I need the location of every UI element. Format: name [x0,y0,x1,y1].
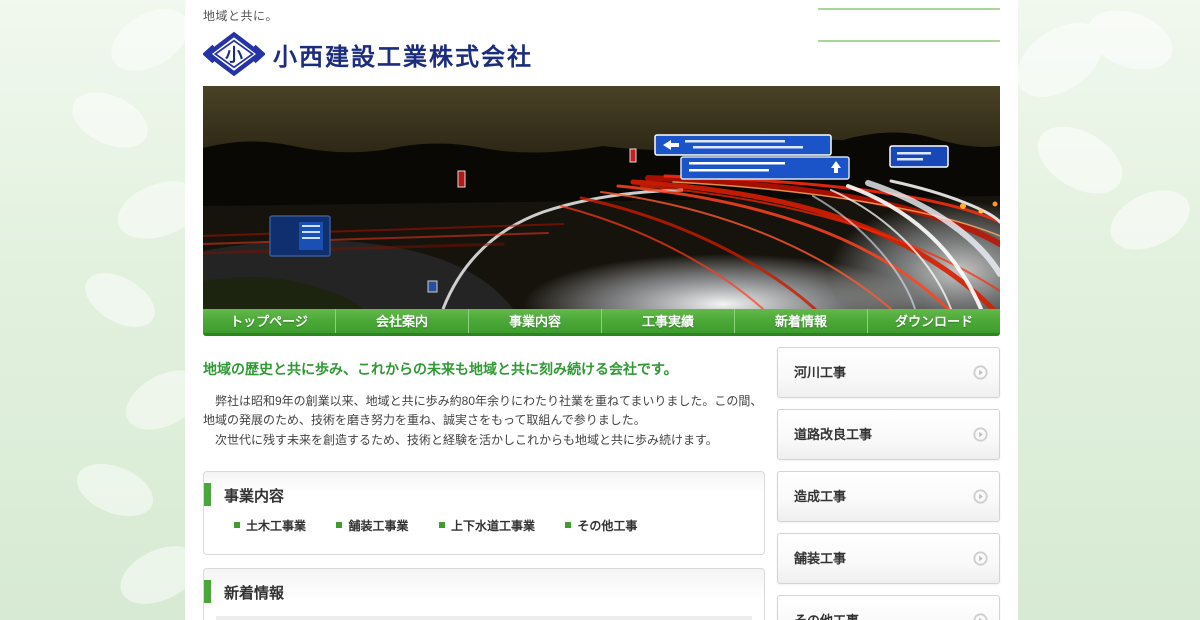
company-name: 小西建設工業株式会社 [273,37,533,72]
leaf-decoration-right [1000,0,1200,300]
business-link-civil[interactable]: 土木工事業 [234,517,306,534]
sidebar-button-road-improvement[interactable]: 道路改良工事 [777,409,1000,460]
arrow-circle-icon [973,489,988,504]
content-area: 地域の歴史と共に歩み、これからの未来も地域と共に刻み続ける会社です。 弊社は昭和… [203,336,1000,620]
header-divider-top [818,8,1000,10]
leaf-decoration-left [0,0,200,620]
square-bullet-icon [439,522,445,528]
main-column: 地域の歴史と共に歩み、これからの未来も地域と共に刻み続ける会社です。 弊社は昭和… [203,336,765,620]
business-section-title: 事業内容 [204,472,764,506]
nav-item-top[interactable]: トップページ [203,309,335,333]
arrow-circle-icon [973,613,988,620]
page-container: 地域と共に。 小 小西建設工業株式会社 [185,0,1018,620]
square-bullet-icon [565,522,571,528]
sidebar-button-paving-works[interactable]: 舗装工事 [777,533,1000,584]
business-links: 土木工事業 舗装工事業 上下水道工事業 その他工事 [204,506,764,551]
company-logo[interactable]: 小 小西建設工業株式会社 [203,31,1000,77]
nav-item-works[interactable]: 工事実績 [601,309,734,333]
nav-item-news[interactable]: 新着情報 [734,309,867,333]
intro-paragraph-1: 弊社は昭和9年の創業以来、地域と共に歩み約80年余りにわたり社業を重ねてまいりま… [203,392,765,431]
arrow-circle-icon [973,427,988,442]
section-accent-bar [204,483,211,506]
arrow-circle-icon [973,551,988,566]
section-accent-bar [204,580,211,603]
sidebar-button-river-works[interactable]: 河川工事 [777,347,1000,398]
business-link-water[interactable]: 上下水道工事業 [439,517,535,534]
square-bullet-icon [234,522,240,528]
site-tagline: 地域と共に。 [203,0,1000,24]
sidebar-button-land-development[interactable]: 造成工事 [777,471,1000,522]
square-bullet-icon [336,522,342,528]
nav-item-business[interactable]: 事業内容 [468,309,601,333]
business-section: 事業内容 土木工事業 舗装工事業 上下水道工事業 その他工事 [203,471,765,555]
logo-diamond-icon: 小 [203,31,265,77]
header-divider-bottom [818,40,1000,42]
hero-image [203,86,1000,309]
sidebar: 河川工事 道路改良工事 造成工事 舗装工事 その他工事 [777,336,1000,620]
nav-item-download[interactable]: ダウンロード [867,309,1000,333]
news-section-title: 新着情報 [204,569,764,603]
nav-item-company[interactable]: 会社案内 [335,309,468,333]
svg-text:小: 小 [225,45,243,65]
arrow-circle-icon [973,365,988,380]
intro-paragraph-2: 次世代に残す未来を創造するため、技術と経験を活かしこれからも地域と共に歩み続けま… [203,431,765,450]
business-link-other[interactable]: その他工事 [565,517,637,534]
business-link-paving[interactable]: 舗装工事業 [336,517,408,534]
sidebar-button-other-works[interactable]: その他工事 [777,595,1000,620]
main-navigation: トップページ 会社案内 事業内容 工事実績 新着情報 ダウンロード [203,309,1000,336]
news-section: 新着情報 [203,568,765,620]
page-headline: 地域の歴史と共に歩み、これからの未来も地域と共に刻み続ける会社です。 [203,359,765,379]
news-list-area [216,616,752,620]
